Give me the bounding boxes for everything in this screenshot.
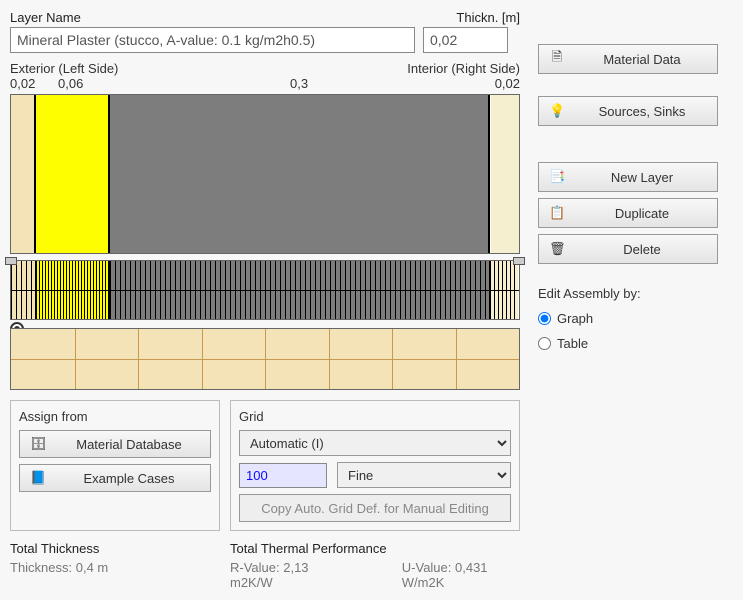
thermal-perf-label: Total Thermal Performance (230, 541, 520, 556)
interior-label: Interior (Right Side) (407, 61, 520, 76)
grid-seg-1 (11, 261, 36, 319)
document-icon: 🗎 (549, 48, 565, 70)
grid-seg-4 (490, 261, 518, 319)
tick-labels: 0,02 0,06 0,3 0,02 (10, 76, 520, 94)
delete-button[interactable]: 🗑 Delete (538, 234, 718, 264)
grid-mode-select[interactable]: Automatic (I) (239, 430, 511, 456)
u-value: U-Value: 0,431 W/m2K (402, 560, 520, 590)
duplicate-button[interactable]: 📋 Duplicate (538, 198, 718, 228)
example-icon: 📘 (30, 470, 46, 486)
grid-panel: Grid Automatic (I) Fine Copy Auto. Grid … (230, 400, 520, 531)
layer-structure-canvas[interactable] (10, 94, 520, 254)
exterior-label: Exterior (Left Side) (10, 61, 118, 76)
layer-name-label: Layer Name (10, 10, 81, 25)
new-layer-icon: 📑 (549, 169, 565, 185)
example-cases-button[interactable]: 📘 Example Cases (19, 464, 211, 492)
grid-count-input[interactable] (239, 463, 327, 488)
assign-from-title: Assign from (19, 409, 211, 424)
grid-handle-left[interactable] (5, 257, 17, 265)
new-layer-button[interactable]: 📑 New Layer (538, 162, 718, 192)
total-thickness-value: Thickness: 0,4 m (10, 560, 190, 575)
layer-2[interactable] (36, 95, 110, 253)
r-value: R-Value: 2,13 m2K/W (230, 560, 342, 590)
grid-canvas[interactable] (10, 260, 520, 320)
thickness-label: Thickn. [m] (456, 10, 520, 25)
copy-grid-def-button[interactable]: Copy Auto. Grid Def. for Manual Editing (239, 494, 511, 522)
sources-sinks-button[interactable]: 💡 Sources, Sinks (538, 96, 718, 126)
duplicate-icon: 📋 (549, 205, 565, 221)
database-icon: 🗄 (30, 436, 46, 452)
assign-from-panel: Assign from 🗄 Material Database 📘 Exampl… (10, 400, 220, 531)
total-thickness-label: Total Thickness (10, 541, 190, 556)
table-canvas[interactable] (10, 328, 520, 390)
layer-name-input[interactable] (10, 27, 415, 53)
layer-1[interactable] (11, 95, 36, 253)
layer-3[interactable] (110, 95, 490, 253)
material-data-button[interactable]: 🗎 Material Data (538, 44, 718, 74)
grid-handle-right[interactable] (513, 257, 525, 265)
trash-icon: 🗑 (549, 241, 565, 257)
bulb-icon: 💡 (549, 103, 565, 119)
grid-title: Grid (239, 409, 511, 424)
edit-by-graph-radio[interactable]: Graph (538, 311, 718, 326)
edit-assembly-label: Edit Assembly by: (538, 286, 718, 301)
grid-fineness-select[interactable]: Fine (337, 462, 511, 488)
thickness-input[interactable] (423, 27, 508, 53)
edit-by-table-radio[interactable]: Table (538, 336, 718, 351)
layer-4[interactable] (491, 95, 519, 253)
grid-seg-3 (110, 261, 490, 319)
grid-seg-2 (36, 261, 110, 319)
material-database-button[interactable]: 🗄 Material Database (19, 430, 211, 458)
